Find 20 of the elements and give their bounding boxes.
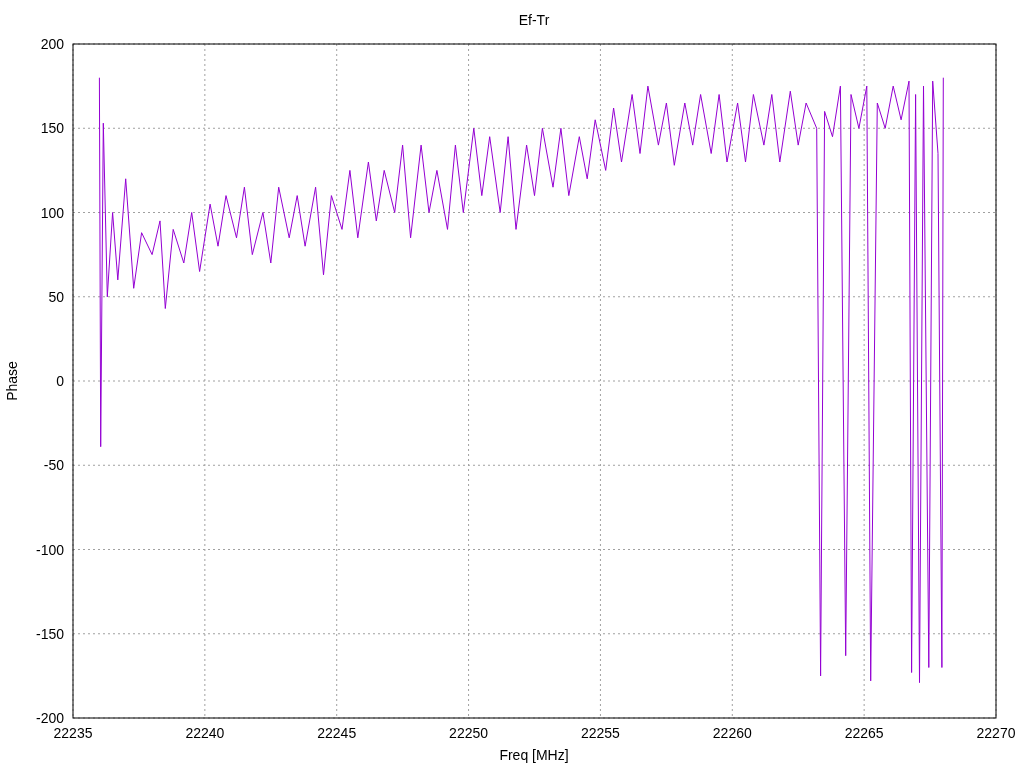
tick-label: 22250 (449, 725, 489, 741)
tick-label: -150 (35, 625, 64, 642)
tick-label: 22270 (976, 725, 1016, 741)
axis-label: Freq [MHz] (499, 747, 569, 763)
tick-label: -200 (35, 710, 64, 726)
tick-label: -100 (35, 541, 64, 558)
tick-label: 50 (48, 288, 64, 305)
chart-title: Ef-Tr (518, 12, 550, 28)
tick-label: -50 (43, 457, 64, 474)
tick-label: 150 (40, 120, 64, 137)
tick-label: 200 (40, 36, 64, 52)
tick-label: 22235 (53, 725, 93, 741)
axis-label: Phase (4, 361, 20, 401)
tick-label: 22255 (580, 725, 620, 741)
tick-label: 0 (56, 373, 64, 389)
tick-label: 100 (40, 204, 64, 221)
tick-label: 22240 (185, 725, 225, 741)
tick-label: 22245 (317, 725, 357, 741)
tick-label: 22265 (844, 725, 884, 741)
tick-label: 22260 (712, 725, 752, 741)
